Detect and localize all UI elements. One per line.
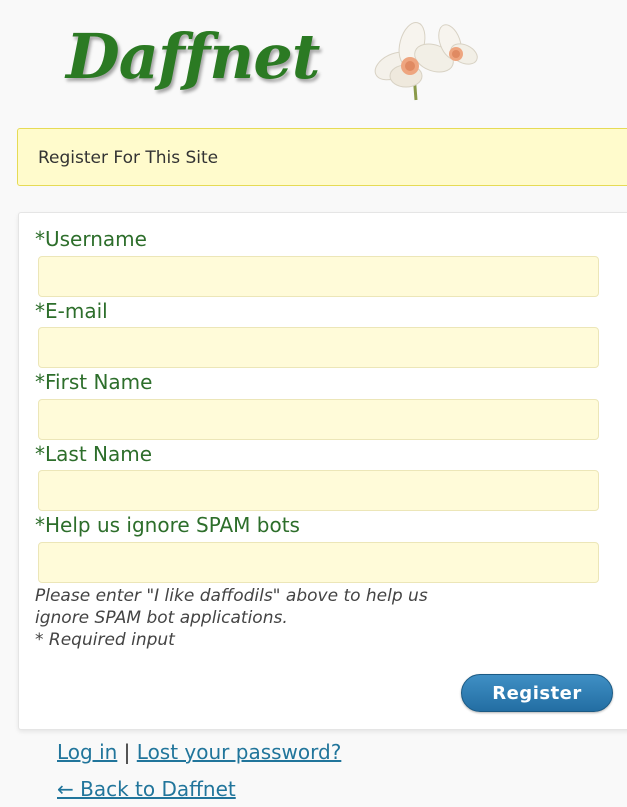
spam-hint-line-1: Please enter "I like daffodils" above to… [35, 586, 428, 606]
spam-check-label: *Help us ignore SPAM bots [35, 513, 300, 537]
registration-form: *Username *E-mail *First Name *Last Name… [18, 212, 627, 730]
register-button[interactable]: Register [461, 674, 613, 712]
back-nav: ← Back to Daffnet [57, 777, 236, 801]
back-to-site-link[interactable]: ← Back to Daffnet [57, 777, 236, 801]
last-name-input[interactable] [38, 470, 599, 511]
username-input[interactable] [38, 256, 599, 297]
login-link[interactable]: Log in [57, 740, 117, 764]
spam-check-input[interactable] [38, 542, 599, 583]
email-label: *E-mail [35, 299, 108, 323]
required-note: * Required input [35, 630, 175, 650]
register-message-box: Register For This Site [17, 128, 627, 186]
daffodil-icon [374, 22, 478, 101]
register-message-text: Register For This Site [38, 148, 219, 168]
last-name-label: *Last Name [35, 442, 153, 466]
logo-text: Daffnet [66, 20, 320, 93]
first-name-input[interactable] [38, 399, 599, 440]
username-label: *Username [35, 227, 147, 251]
footer-nav: Log in | Lost your password? [57, 740, 341, 764]
first-name-label: *First Name [35, 370, 153, 394]
email-input[interactable] [38, 327, 599, 368]
site-logo[interactable]: Daffnet [66, 14, 496, 104]
nav-separator: | [123, 740, 131, 764]
spam-hint-line-2: ignore SPAM bot applications. [35, 608, 288, 628]
lost-password-link[interactable]: Lost your password? [137, 740, 342, 764]
